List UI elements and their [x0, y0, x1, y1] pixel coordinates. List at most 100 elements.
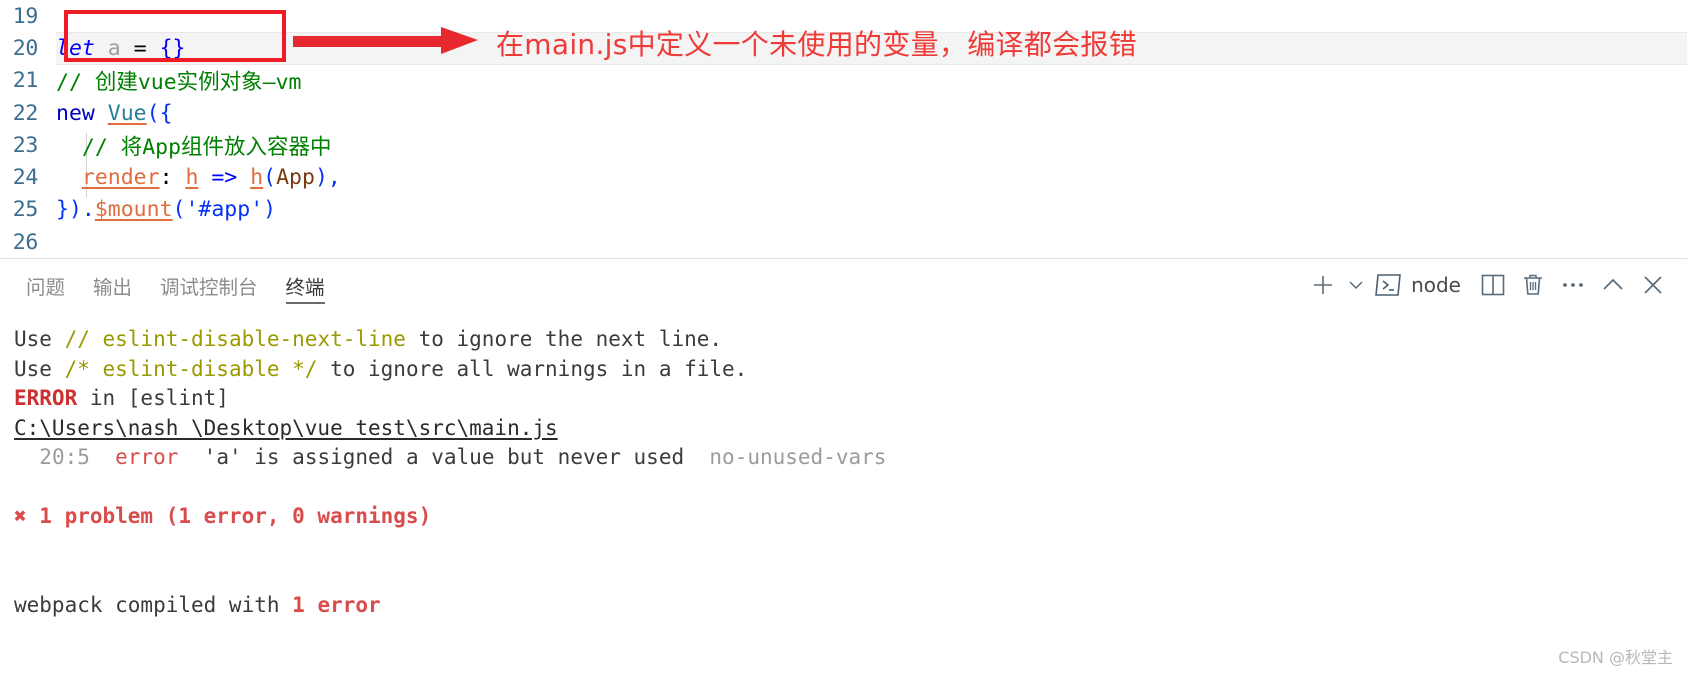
code-line[interactable]: 22 new Vue({: [0, 97, 1687, 129]
terminal-file-link[interactable]: C:\Users\nash_\Desktop\vue_test\src\main…: [14, 416, 558, 440]
code-line-text: let a = {}: [56, 36, 185, 61]
terminal-text: /* eslint-disable */: [64, 356, 318, 381]
code-line[interactable]: 24 render: h => h(App),: [0, 161, 1687, 193]
code-token: Vue: [107, 100, 147, 126]
line-number: 19: [12, 3, 39, 29]
bottom-panel: 问题 输出 调试控制台 终端 node Use // eslint-disabl…: [0, 258, 1687, 676]
code-line[interactable]: 23 // 将App组件放入容器中: [0, 129, 1687, 161]
code-line[interactable]: 25 }).$mount('#app'): [0, 194, 1687, 226]
code-line-text: render: h => h(App),: [56, 165, 341, 190]
terminal-text: in [eslint]: [77, 386, 229, 410]
terminal-text: // eslint-disable-next-line: [64, 327, 406, 351]
terminal-name-label[interactable]: node: [1409, 273, 1465, 297]
code-line-text: new Vue({: [56, 101, 173, 126]
line-number: 24: [12, 165, 39, 191]
more-actions-button[interactable]: [1553, 265, 1593, 305]
code-token: }).: [56, 197, 95, 223]
tab-problems[interactable]: 问题: [12, 259, 79, 311]
code-token: App: [276, 165, 315, 191]
terminal-text: webpack compiled with: [14, 592, 293, 617]
terminal-text: Use: [14, 327, 65, 351]
terminal-text: ERROR: [14, 386, 78, 410]
code-line-text: // 创建vue实例对象—vm: [56, 65, 302, 96]
terminal-text: to ignore all warnings in a file.: [317, 356, 748, 381]
line-number: 20: [12, 35, 39, 61]
code-token: {}: [159, 35, 186, 61]
code-editor[interactable]: 19 20 let a = {} 21 // 创建vue实例对象—vm 22 new Vue…: [0, 0, 1687, 258]
new-terminal-button[interactable]: [1303, 265, 1343, 305]
code-token: h: [250, 165, 264, 191]
code-token: ),: [314, 165, 341, 191]
close-panel-button[interactable]: [1633, 265, 1673, 305]
code-token: $mount: [94, 197, 173, 223]
tab-terminal[interactable]: 终端: [272, 259, 339, 311]
terminal-output[interactable]: Use // eslint-disable-next-line to ignor…: [0, 311, 1687, 676]
terminal-text: 1 error: [292, 592, 381, 617]
code-token: =: [120, 35, 160, 61]
code-token: h: [185, 165, 199, 191]
chevron-down-icon: [1349, 281, 1363, 290]
trash-icon: [1524, 274, 1542, 295]
collapse-panel-button[interactable]: [1593, 265, 1633, 305]
close-icon: [1644, 276, 1662, 294]
new-terminal-dropdown-button[interactable]: [1343, 265, 1369, 305]
line-number: 26: [12, 229, 39, 255]
tab-output-label: 输出: [93, 275, 133, 299]
code-line[interactable]: 21 // 创建vue实例对象—vm: [0, 65, 1687, 97]
line-number: 23: [12, 132, 39, 158]
terminal-text: Use: [14, 356, 65, 381]
code-token: // 将App组件放入容器中: [56, 134, 332, 160]
ellipsis-icon: [1563, 283, 1583, 287]
kill-terminal-button[interactable]: [1513, 265, 1553, 305]
code-line-text: // 将App组件放入容器中: [56, 130, 332, 161]
code-token: render: [81, 165, 160, 191]
terminal-line: Use /* eslint-disable */ to ignore all w…: [14, 355, 1687, 385]
code-token: (: [263, 165, 277, 191]
panel-action-bar: node: [1303, 259, 1673, 311]
terminal-text: 'a' is assigned a value but never used: [178, 445, 710, 469]
line-number: 25: [12, 197, 39, 223]
terminal-line: webpack compiled with 1 error: [14, 591, 1687, 621]
code-line-text: }).$mount('#app'): [56, 197, 276, 222]
terminal-selector-icon-button[interactable]: [1369, 265, 1409, 305]
code-token: :: [159, 165, 186, 191]
plus-icon: [1314, 276, 1333, 294]
terminal-text: error: [115, 445, 179, 469]
terminal-line: ✖ 1 problem (1 error, 0 warnings): [14, 502, 1687, 532]
code-token: ): [263, 197, 277, 223]
tab-debug-console-label: 调试控制台: [160, 275, 258, 299]
code-token: let: [56, 35, 95, 61]
code-token: new: [56, 100, 108, 126]
csdn-watermark: CSDN @秋堂主: [1558, 648, 1673, 667]
line-number: 21: [12, 68, 39, 94]
code-token: =>: [211, 165, 238, 191]
panel-tab-bar: 问题 输出 调试控制台 终端 node: [0, 259, 1687, 311]
terminal-line: C:\Users\nash_\Desktop\vue_test\src\main…: [14, 414, 1687, 444]
split-terminal-button[interactable]: [1473, 265, 1513, 305]
editor-scrollbar[interactable]: [1673, 0, 1687, 258]
terminal-text: to ignore the next line.: [405, 327, 723, 351]
code-token: ({: [146, 100, 173, 126]
terminal-line: 20:5 error 'a' is assigned a value but n…: [14, 443, 1687, 473]
code-token: (: [172, 197, 186, 223]
tab-debug-console[interactable]: 调试控制台: [146, 259, 272, 311]
code-token: a: [107, 35, 121, 61]
code-token: // 创建vue实例对象—vm: [56, 70, 302, 96]
split-terminal-icon: [1481, 274, 1505, 296]
terminal-line: Use // eslint-disable-next-line to ignor…: [14, 325, 1687, 355]
terminal-line: ERROR in [eslint]: [14, 384, 1687, 414]
tab-output[interactable]: 输出: [79, 259, 146, 311]
tab-terminal-label: 终端: [285, 275, 325, 299]
code-line[interactable]: 26: [0, 226, 1687, 258]
terminal-text: 20:5: [39, 445, 90, 469]
annotation-arrow-icon: [293, 27, 478, 54]
